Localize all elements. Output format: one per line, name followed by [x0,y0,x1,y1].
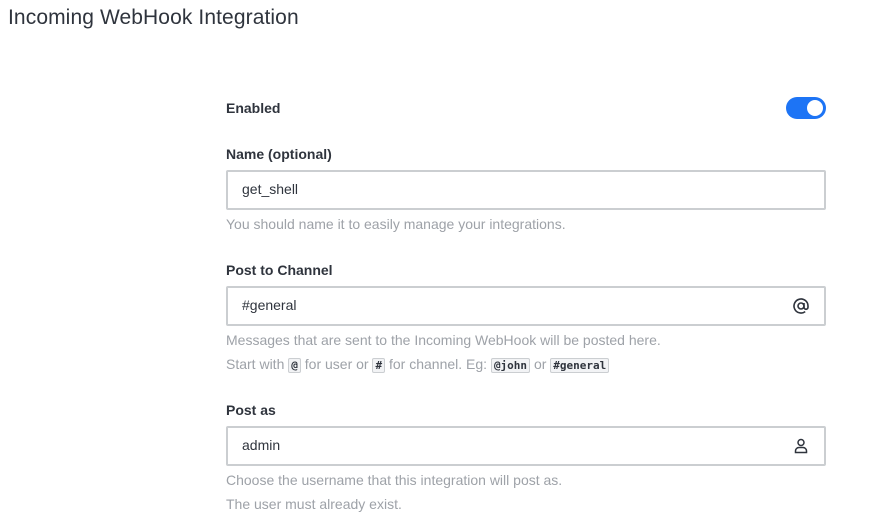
page-title: Incoming WebHook Integration [8,6,299,29]
user-icon [792,436,810,456]
code-snippet: @ [288,358,301,373]
hint-text: for user or [304,356,369,372]
channel-label: Post to Channel [226,262,333,278]
hint-text: or [533,356,547,372]
code-snippet: #general [550,358,610,373]
hint-text: Start with [226,356,285,372]
code-snippet: # [372,358,386,373]
name-field[interactable]: get_shell [226,170,826,210]
at-icon [792,296,810,316]
channel-field-value: #general [242,297,297,313]
enabled-label: Enabled [226,100,281,116]
channel-hint-2: Start with @ for user or # for channel. … [226,356,610,373]
hint-text: for channel. Eg: [388,356,488,372]
code-snippet: @john [490,358,531,373]
name-label: Name (optional) [226,146,332,162]
channel-field[interactable]: #general [226,286,826,326]
enabled-toggle[interactable] [786,97,826,119]
toggle-knob [807,100,823,116]
post-as-field-value: admin [242,437,281,453]
post-as-hint-1: Choose the username that this integratio… [226,472,563,488]
post-as-field[interactable]: admin [226,426,826,466]
post-as-label: Post as [226,402,276,418]
post-as-hint-2: The user must already exist. [226,496,402,512]
name-field-value: get_shell [242,181,299,197]
name-hint: You should name it to easily manage your… [226,216,566,232]
channel-hint-1: Messages that are sent to the Incoming W… [226,332,661,348]
